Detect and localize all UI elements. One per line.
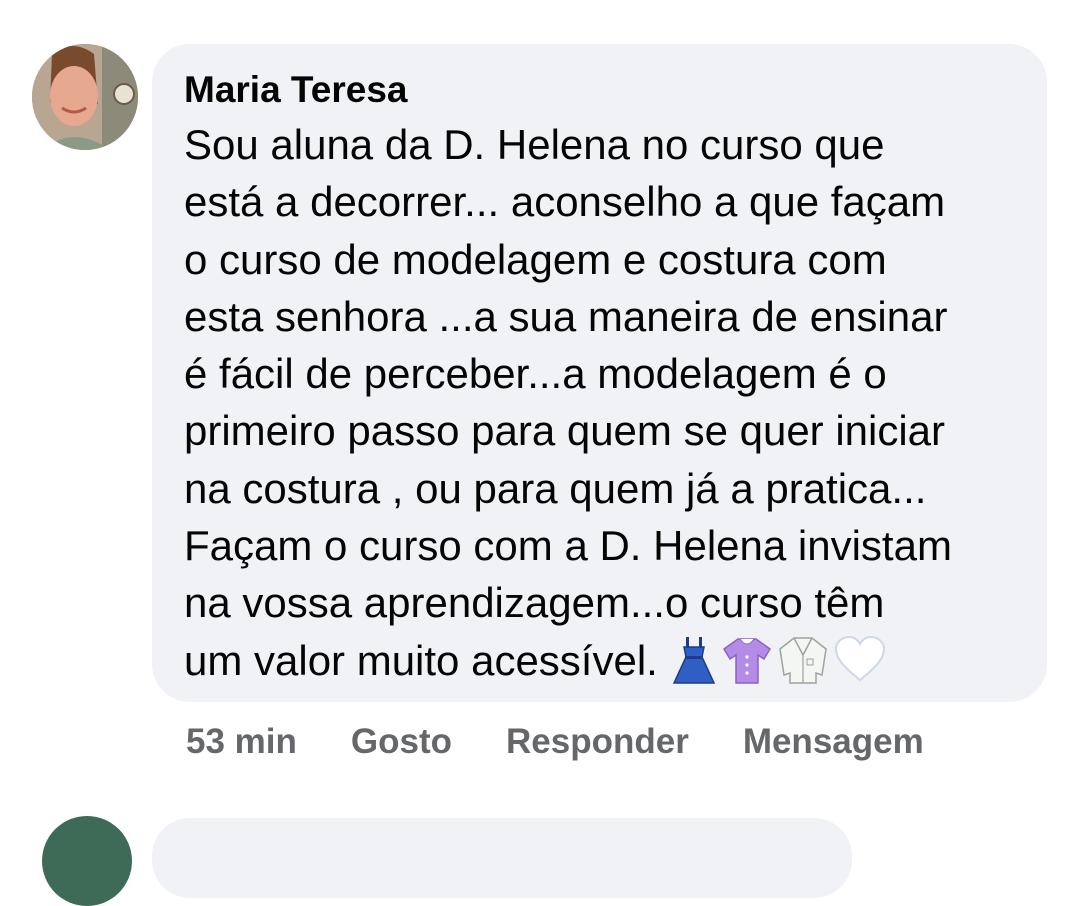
avatar[interactable] <box>32 44 138 150</box>
comment-line: esta senhora ...a sua maneira de ensinar <box>184 292 948 340</box>
comment-line: primeiro passo para quem se quer iniciar <box>184 407 946 455</box>
comment-line: Façam o curso com a D. Helena invistam <box>184 522 952 570</box>
lab-coat-icon <box>778 635 828 699</box>
message-button[interactable]: Mensagem <box>743 722 924 762</box>
next-comment-avatar[interactable] <box>42 816 132 906</box>
emoji-row <box>672 635 886 699</box>
like-button[interactable]: Gosto <box>351 722 452 762</box>
comment-line: é fácil de perceber...a modelagem é o <box>184 350 887 398</box>
shirt-icon <box>722 635 772 699</box>
comment-text: Sou aluna da D. Helena no curso que está… <box>184 116 1027 699</box>
comment-line: na costura , ou para quem já a pratica..… <box>184 464 927 512</box>
comment-timestamp: 53 min <box>186 722 297 761</box>
comment-author[interactable]: Maria Teresa <box>184 68 1027 112</box>
avatar-photo <box>32 44 138 150</box>
comment-line: está a decorrer... aconselho a que façam <box>184 178 946 226</box>
comment-line-last: um valor muito acessível. <box>184 632 1027 699</box>
reply-button[interactable]: Responder <box>506 722 689 762</box>
comment-actions: 53 min Gosto Responder Mensagem <box>186 722 978 762</box>
next-comment-bubble <box>152 818 852 898</box>
comment-line: o curso de modelagem e costura com <box>184 235 887 283</box>
dress-icon <box>672 635 716 699</box>
comment-line: na vossa aprendizagem...o curso têm <box>184 579 885 627</box>
comment-line: Sou aluna da D. Helena no curso que <box>184 121 885 168</box>
comment-line-text: um valor muito acessível. <box>184 636 658 684</box>
white-heart-icon <box>834 635 886 699</box>
comment-bubble: Maria Teresa Sou aluna da D. Helena no c… <box>152 44 1047 702</box>
